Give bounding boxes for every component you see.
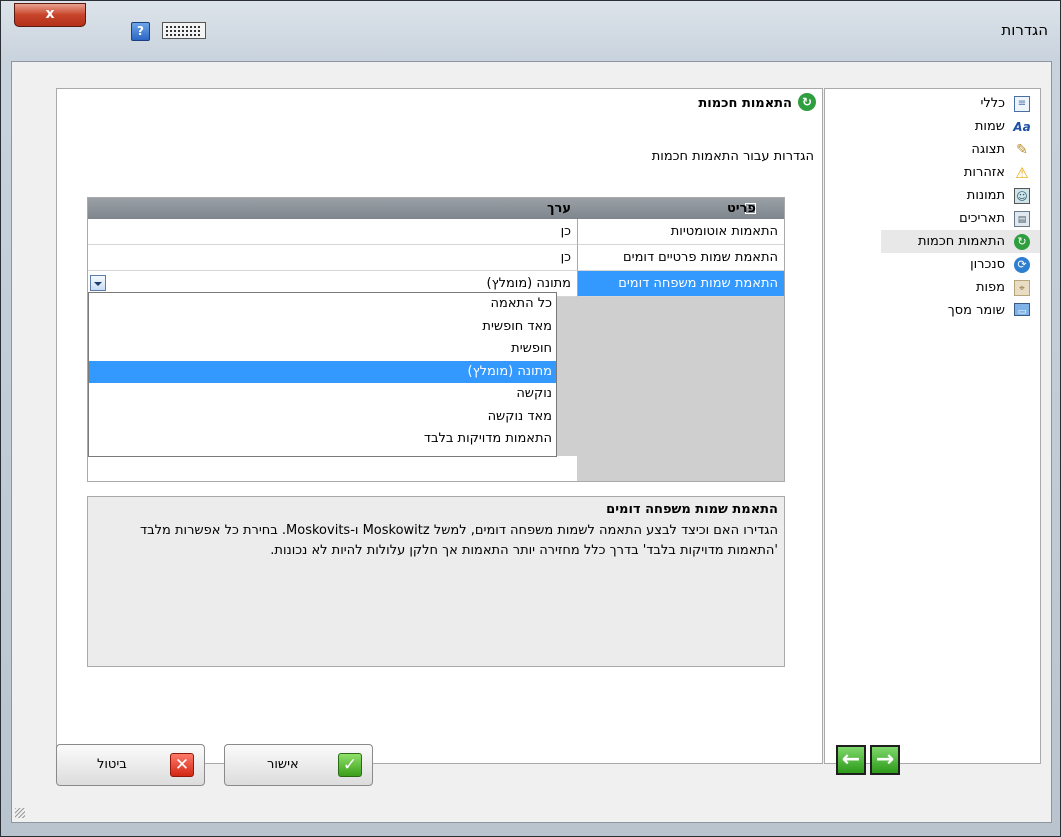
nav-item-label: כללי [980,96,1005,111]
nav-item-label: תאריכים [959,211,1005,226]
nav-item-maps[interactable]: ⌖ מפות [825,276,1040,299]
title-bar: x ? הגדרות [1,1,1060,61]
nav-item-label: תצוגה [971,142,1005,157]
dropdown-option-selected[interactable]: מתונה (מומלץ) [89,360,556,383]
column-header-value[interactable]: ערך [88,198,577,219]
nav-item-general[interactable]: ≡ כללי [825,92,1040,115]
brush-icon: ✎ [1016,142,1028,158]
property-grid: − פריט ערך התאמות אוטומטיות כן התאמת שמו… [87,197,785,482]
back-button[interactable]: ← [836,745,866,775]
nav-item-display[interactable]: ✎ תצוגה [825,138,1040,161]
dialog-client-area: ≡ כללי Aa שמות ✎ תצוגה ⚠ אזהרות ☺ תמונות… [11,61,1052,823]
dropdown-option[interactable]: נוקשה [89,383,556,406]
description-title: התאמת שמות משפחה דומים [606,502,778,517]
nav-item-label: שומר מסך [947,303,1005,318]
picture-icon: ☺ [1014,188,1030,204]
grid-header: − פריט ערך [88,198,784,220]
property-name[interactable]: התאמת שמות משפחה דומים [577,271,784,297]
nav-item-warnings[interactable]: ⚠ אזהרות [825,161,1040,184]
nav-item-pictures[interactable]: ☺ תמונות [825,184,1040,207]
dropdown-option[interactable]: התאמות מדויקות בלבד [89,428,556,451]
description-panel: התאמת שמות משפחה דומים הגדירו האם וכיצד … [87,496,785,667]
value-dropdown-list[interactable]: כל התאמה מאד חופשית חופשית מתונה (מומלץ)… [88,292,557,457]
window-title: הגדרות [1001,21,1048,39]
warning-icon: ⚠ [1015,164,1029,182]
close-icon: ✕ [170,753,194,777]
smart-match-icon: ↻ [798,93,816,111]
map-icon: ⌖ [1014,280,1030,296]
nav-item-label: מפות [975,280,1005,295]
nav-item-label: שמות [974,119,1005,134]
settings-content: ↻ התאמות חכמות הגדרות עבור התאמות חכמות … [56,88,823,764]
property-value[interactable]: כן [88,219,577,245]
grid-empty-area [88,456,577,481]
checkmark-icon: ✓ [338,753,362,777]
settings-window: x ? הגדרות ≡ כללי Aa שמות ✎ תצוגה ⚠ אזהר… [0,0,1061,837]
grid-row[interactable]: התאמת שמות פרטיים דומים כן [88,245,784,271]
page-title: ↻ התאמות חכמות [698,93,816,111]
dropdown-option[interactable]: מאד חופשית [89,316,556,339]
smart-match-icon: ↻ [1014,234,1030,250]
nav-item-sync[interactable]: ⟳ סנכרון [825,253,1040,276]
help-button[interactable]: ? [131,22,150,41]
property-value[interactable]: כן [88,245,577,271]
arrow-right-icon: → [875,747,895,772]
resize-grip[interactable] [15,808,25,818]
nav-item-dates[interactable]: ▤ תאריכים [825,207,1040,230]
keyboard-button[interactable] [162,22,206,39]
dropdown-option[interactable]: כל התאמה [89,293,556,316]
sync-icon: ⟳ [1014,257,1030,273]
chevron-down-icon [94,282,102,286]
grid-row[interactable]: התאמות אוטומטיות כן [88,219,784,245]
property-name[interactable]: התאמת שמות פרטיים דומים [577,245,784,271]
calendar-icon: ▤ [1014,211,1030,227]
cancel-button[interactable]: ✕ ביטול [56,744,205,786]
combobox-value: מתונה (מומלץ) [486,276,572,291]
dropdown-option[interactable]: חופשית [89,338,556,361]
dropdown-button[interactable] [90,275,106,291]
monitor-icon: ▭ [1014,303,1030,317]
dropdown-option[interactable]: מאד נוקשה [89,406,556,429]
column-header-property[interactable]: − פריט [577,198,784,219]
settings-nav: ≡ כללי Aa שמות ✎ תצוגה ⚠ אזהרות ☺ תמונות… [824,88,1041,764]
arrow-left-icon: ← [841,747,861,772]
page-subtitle: הגדרות עבור התאמות חכמות [651,149,814,164]
ok-button[interactable]: ✓ אישור [224,744,373,786]
property-name[interactable]: התאמות אוטומטיות [577,219,784,245]
close-button[interactable]: x [14,3,86,27]
nav-item-names[interactable]: Aa שמות [825,115,1040,138]
nav-item-label: אזהרות [963,165,1005,180]
description-body: הגדירו האם וכיצד לבצע התאמה לשמות משפחה … [140,523,778,558]
nav-item-label: התאמות חכמות [917,234,1005,249]
nav-item-label: סנכרון [970,257,1005,272]
nav-item-screensaver[interactable]: ▭ שומר מסך [825,299,1040,322]
document-list-icon: ≡ [1014,96,1030,112]
nav-item-smart-matches[interactable]: ↻ התאמות חכמות [881,230,1040,253]
font-aa-icon: Aa [1013,120,1031,134]
nav-item-label: תמונות [966,188,1005,203]
forward-button[interactable]: → [870,745,900,775]
